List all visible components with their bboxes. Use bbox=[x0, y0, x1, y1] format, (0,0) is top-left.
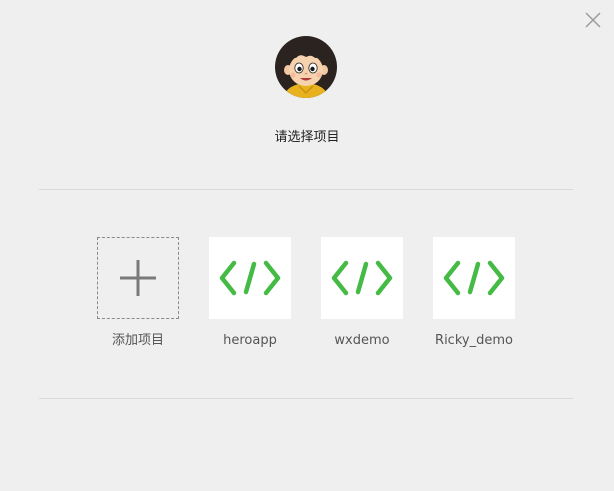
divider-bottom bbox=[39, 398, 573, 399]
code-icon bbox=[219, 260, 281, 296]
close-button[interactable] bbox=[583, 10, 603, 30]
close-icon bbox=[585, 12, 601, 28]
plus-icon bbox=[120, 260, 156, 296]
avatar-image bbox=[275, 36, 337, 98]
project-tile-wxdemo[interactable] bbox=[321, 237, 403, 319]
divider-top bbox=[39, 189, 573, 190]
page-title: 请选择项目 bbox=[274, 130, 340, 145]
project-tile-ricky-demo[interactable] bbox=[433, 237, 515, 319]
project-label-wxdemo: wxdemo bbox=[334, 333, 390, 348]
project-label-heroapp: heroapp bbox=[223, 333, 277, 348]
add-project-label: 添加项目 bbox=[111, 333, 164, 348]
code-icon bbox=[331, 260, 393, 296]
project-tile-heroapp[interactable] bbox=[209, 237, 291, 319]
code-icon bbox=[443, 260, 505, 296]
avatar bbox=[275, 36, 337, 98]
add-project-button[interactable] bbox=[97, 237, 179, 319]
project-label-ricky-demo: Ricky_demo bbox=[435, 333, 513, 348]
